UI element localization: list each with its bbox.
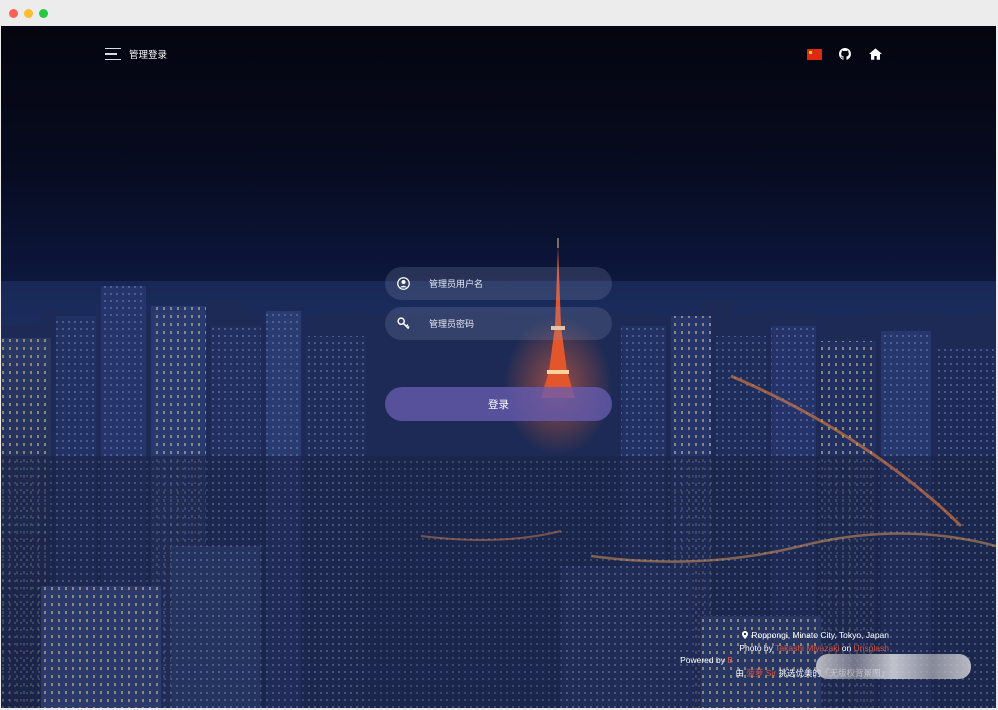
curated-prefix: 由	[735, 667, 747, 678]
login-page: 管理登录 管理员用户名 登录 Roppongi, Minato City, To…	[1, 26, 996, 708]
hamburger-menu-icon[interactable]	[105, 47, 121, 61]
login-button[interactable]: 登录	[385, 387, 612, 421]
location-text: Roppongi, Minato City, Tokyo, Japan	[751, 630, 889, 640]
username-field[interactable]	[385, 267, 612, 300]
window-titlebar	[0, 0, 998, 26]
maximize-window-button[interactable]	[39, 9, 48, 18]
user-circle-icon	[397, 277, 410, 290]
menu-title: 管理登录	[129, 50, 168, 61]
tokyo-night-background-image	[1, 238, 996, 708]
github-icon[interactable]	[838, 47, 852, 61]
location-line: Roppongi, Minato City, Tokyo, Japan	[680, 629, 889, 642]
password-field[interactable]	[385, 307, 612, 340]
photo-prefix: Photo by	[739, 642, 776, 653]
username-input[interactable]	[429, 267, 599, 300]
home-icon[interactable]	[868, 47, 882, 61]
key-icon	[397, 317, 410, 330]
powered-prefix: Powered by	[680, 655, 728, 665]
admin-login-menu[interactable]: 管理登录	[105, 46, 167, 62]
unsplash-link[interactable]: Unsplash	[854, 643, 889, 653]
password-input[interactable]	[429, 307, 599, 340]
close-window-button[interactable]	[9, 9, 18, 18]
powered-by-link[interactable]: B	[727, 655, 733, 665]
photographer-link[interactable]: Takashi Miyazaki	[775, 643, 839, 653]
top-right-actions	[807, 47, 882, 61]
curator-link[interactable]: 菠萝 Sir	[746, 668, 776, 678]
photo-credit-line: Photo by Takashi Miyazaki on Unsplash	[680, 642, 889, 655]
browser-window: 管理登录 管理员用户名 登录 Roppongi, Minato City, To…	[0, 0, 998, 710]
minimize-window-button[interactable]	[24, 9, 33, 18]
photo-on: on	[839, 642, 854, 653]
login-form: 登录	[385, 267, 612, 421]
china-flag-icon[interactable]	[807, 48, 822, 60]
location-pin-icon	[742, 631, 749, 639]
redacted-area	[816, 654, 971, 679]
